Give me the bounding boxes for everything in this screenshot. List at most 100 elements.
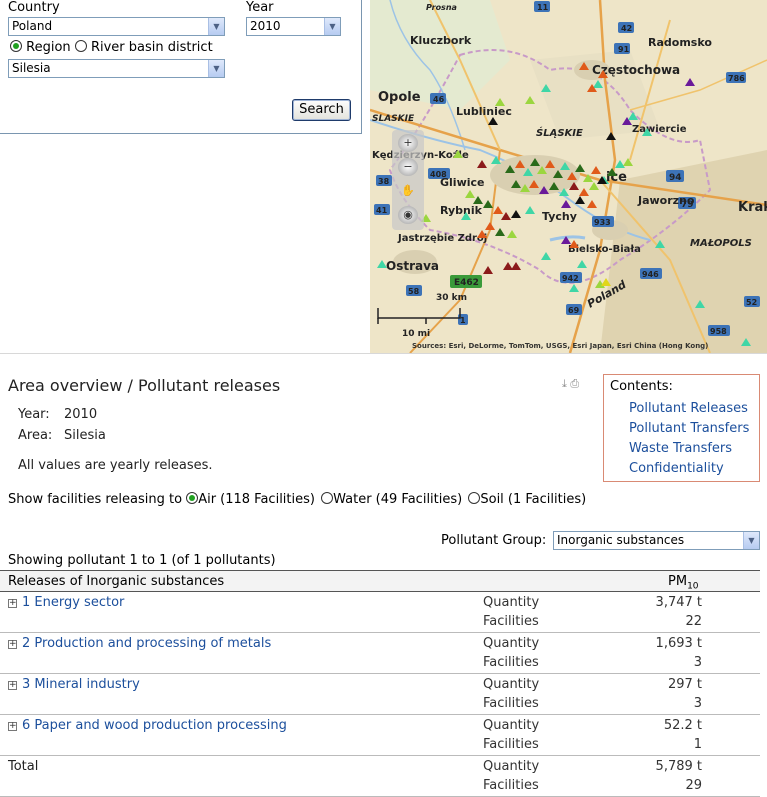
medium-filter: Show facilities releasing to Air (118 Fa… <box>8 492 588 507</box>
svg-text:ŚLĄSKIE: ŚLĄSKIE <box>536 126 583 139</box>
export-tools: ⤓ ⎙ <box>562 377 579 391</box>
year-select[interactable]: 2010 ▼ <box>246 17 341 36</box>
region-radio-label: Region <box>26 40 71 55</box>
map-canvas: 11 42 91 786 46 408 94 79 38 41 933 942 … <box>370 0 767 353</box>
svg-text:Rybnik: Rybnik <box>440 204 483 217</box>
contents-box: Contents: Pollutant Releases Pollutant T… <box>603 374 760 482</box>
chevron-down-icon: ▼ <box>208 60 224 77</box>
svg-text:Jastrzębie Zdrój: Jastrzębie Zdrój <box>397 232 487 244</box>
table-row: +3 Mineral industry Quantity 297 t Facil… <box>0 674 760 715</box>
contents-link-pollutant-transfers[interactable]: Pollutant Transfers <box>629 420 753 437</box>
sector-name: 2 Production and processing of metals <box>22 636 272 651</box>
quantity-label: Quantity <box>483 759 540 774</box>
svg-text:58: 58 <box>408 287 420 296</box>
expand-icon[interactable]: + <box>8 681 17 690</box>
facilities-label: Facilities <box>483 655 539 670</box>
area-field-label: Area: <box>18 428 53 443</box>
map-controls: + − ✋ ◉ <box>392 130 424 230</box>
quantity-value: 52.2 t <box>663 718 702 733</box>
pollutant-group-value: Inorganic substances <box>557 533 685 547</box>
sector-link[interactable]: +1 Energy sector <box>8 595 124 610</box>
yearly-note: All values are yearly releases. <box>18 458 213 473</box>
search-form-panel: Country Poland ▼ Year 2010 ▼ Region Rive… <box>0 0 362 134</box>
pan-hand-icon[interactable]: ✋ <box>398 182 418 200</box>
sector-name: 3 Mineral industry <box>22 677 140 692</box>
table-row: +1 Energy sector Quantity 3,747 t Facili… <box>0 592 760 633</box>
table-header: Releases of Inorganic substances PM10 <box>0 570 760 592</box>
chevron-down-icon: ▼ <box>324 18 340 35</box>
svg-text:SLASKIE: SLASKIE <box>372 114 415 124</box>
sector-link[interactable]: +3 Mineral industry <box>8 677 140 692</box>
facilities-value: 22 <box>685 614 702 629</box>
svg-text:38: 38 <box>378 177 390 186</box>
svg-text:E462: E462 <box>454 278 479 288</box>
svg-text:Sources: Esri, DeLorme, TomTom: Sources: Esri, DeLorme, TomTom, USGS, Es… <box>412 342 708 350</box>
table-header-title: Releases of Inorganic substances <box>8 574 225 589</box>
area-type-radios: Region River basin district <box>10 40 213 55</box>
facility-map[interactable]: 11 42 91 786 46 408 94 79 38 41 933 942 … <box>370 0 767 353</box>
full-extent-icon[interactable]: ◉ <box>398 206 418 224</box>
year-select-value: 2010 <box>250 19 281 33</box>
svg-text:946: 946 <box>642 270 659 279</box>
quantity-label: Quantity <box>483 636 540 651</box>
svg-text:91: 91 <box>618 45 630 54</box>
svg-text:10 mi: 10 mi <box>402 329 430 339</box>
country-label: Country <box>8 0 60 15</box>
svg-text:94: 94 <box>669 173 682 183</box>
contents-link-waste-transfers[interactable]: Waste Transfers <box>629 440 753 457</box>
contents-heading: Contents: <box>610 379 673 394</box>
zoom-out-icon[interactable]: − <box>398 158 418 176</box>
facilities-label: Facilities <box>483 696 539 711</box>
facilities-value: 1 <box>693 737 702 752</box>
svg-text:41: 41 <box>376 206 388 215</box>
air-radio[interactable] <box>186 492 199 504</box>
svg-text:Jaworzno: Jaworzno <box>637 194 695 207</box>
svg-text:Prosna: Prosna <box>426 3 457 12</box>
area-field-value: Silesia <box>64 428 106 443</box>
quantity-label: Quantity <box>483 677 540 692</box>
svg-text:69: 69 <box>568 306 580 315</box>
column-name: PM <box>668 574 688 589</box>
zoom-in-icon[interactable]: + <box>398 134 418 152</box>
sector-link[interactable]: +2 Production and processing of metals <box>8 636 271 651</box>
svg-text:52: 52 <box>746 298 757 307</box>
download-icon[interactable]: ⤓ <box>562 377 567 390</box>
svg-text:MAŁOPOLS: MAŁOPOLS <box>690 238 752 249</box>
svg-text:Zawiercie: Zawiercie <box>632 124 687 135</box>
expand-icon[interactable]: + <box>8 722 17 731</box>
sector-name: 6 Paper and wood production processing <box>22 718 287 733</box>
country-select-value: Poland <box>12 19 53 33</box>
region-radio[interactable] <box>10 40 22 52</box>
air-radio-label: Air (118 Facilities) <box>198 492 315 507</box>
pollutant-group-select[interactable]: Inorganic substances ▼ <box>553 531 760 550</box>
svg-text:42: 42 <box>621 24 632 33</box>
water-radio[interactable] <box>321 492 334 504</box>
svg-text:ice: ice <box>606 170 627 185</box>
contents-link-pollutant-releases[interactable]: Pollutant Releases <box>629 400 753 417</box>
country-select[interactable]: Poland ▼ <box>8 17 225 36</box>
water-radio-label: Water (49 Facilities) <box>333 492 463 507</box>
quantity-label: Quantity <box>483 718 540 733</box>
svg-text:Opole: Opole <box>378 90 421 105</box>
soil-radio[interactable] <box>468 492 481 504</box>
region-select[interactable]: Silesia ▼ <box>8 59 225 78</box>
expand-icon[interactable]: + <box>8 640 17 649</box>
expand-icon[interactable]: + <box>8 599 17 608</box>
pagination-summary: Showing pollutant 1 to 1 (of 1 pollutant… <box>8 553 276 568</box>
quantity-value: 3,747 t <box>655 595 702 610</box>
svg-text:46: 46 <box>433 95 445 104</box>
sector-link[interactable]: +6 Paper and wood production processing <box>8 718 287 733</box>
facilities-value: 3 <box>693 696 702 711</box>
river-basin-radio[interactable] <box>74 40 87 52</box>
quantity-value: 1,693 t <box>655 636 702 651</box>
svg-text:Kluczbork: Kluczbork <box>410 34 472 47</box>
contents-link-confidentiality[interactable]: Confidentiality <box>629 460 753 477</box>
print-icon[interactable]: ⎙ <box>570 377 579 390</box>
page-title: Area overview / Pollutant releases <box>8 376 281 395</box>
svg-text:933: 933 <box>594 218 611 227</box>
total-quantity-value: 5,789 t <box>655 759 702 774</box>
svg-text:Bielsko-Biała: Bielsko-Biała <box>568 244 641 255</box>
facilities-label: Facilities <box>483 778 539 793</box>
year-label: Year <box>246 0 274 15</box>
search-button[interactable]: Search <box>292 99 351 121</box>
